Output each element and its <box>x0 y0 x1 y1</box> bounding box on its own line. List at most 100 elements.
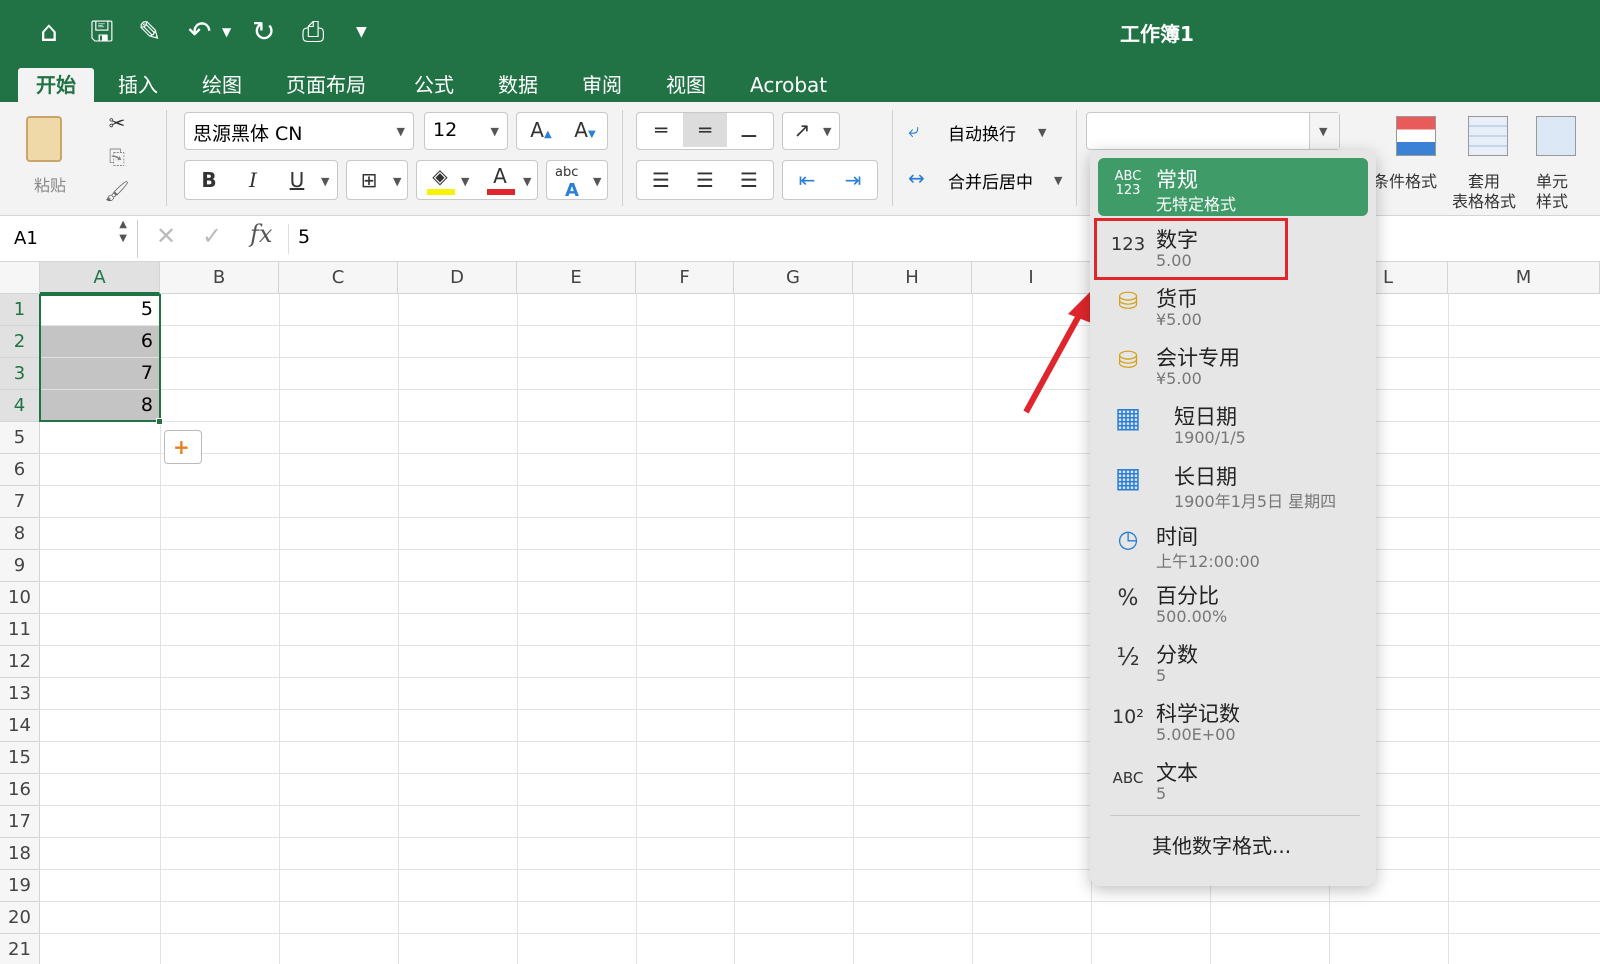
column-header-E[interactable]: E <box>517 262 636 294</box>
merge-center-button[interactable]: ↔ 合并后居中 ▼ <box>908 162 1072 196</box>
column-header-A[interactable]: A <box>40 262 160 294</box>
format-item-general[interactable]: ABC 123 常规 无特定格式 <box>1098 158 1368 216</box>
row-header-18[interactable]: 18 <box>0 838 40 870</box>
number-format-dropdown[interactable]: ▼ <box>1309 113 1339 149</box>
row-header-9[interactable]: 9 <box>0 550 40 582</box>
increase-indent-icon[interactable]: ⇥ <box>831 163 875 197</box>
row-header-6[interactable]: 6 <box>0 454 40 486</box>
autofill-options-button[interactable]: + <box>164 430 202 464</box>
format-item-currency[interactable]: ⛁ 货币 ¥5.00 <box>1098 277 1368 335</box>
row-header-2[interactable]: 2 <box>0 326 40 358</box>
wrap-text-button[interactable]: ⤶ 自动换行 ▼ <box>908 114 1058 148</box>
orientation-button[interactable]: ↗ ▼ <box>782 112 840 150</box>
customize-toolbar-icon[interactable]: ▼ <box>356 14 367 50</box>
format-painter-icon[interactable]: 🖌 <box>102 174 132 208</box>
undo-dropdown-icon[interactable]: ▼ <box>222 14 231 50</box>
decrease-indent-icon[interactable]: ⇤ <box>785 163 829 197</box>
row-header-16[interactable]: 16 <box>0 774 40 806</box>
chevron-down-icon[interactable]: ▼ <box>461 175 469 188</box>
row-header-19[interactable]: 19 <box>0 870 40 902</box>
home-icon[interactable]: ⌂ <box>40 14 58 50</box>
row-header-1[interactable]: 1 <box>0 294 40 326</box>
bold-button[interactable]: B <box>189 163 229 197</box>
column-header-B[interactable]: B <box>160 262 279 294</box>
align-middle-icon[interactable]: ═ <box>683 113 727 147</box>
row-header-20[interactable]: 20 <box>0 902 40 934</box>
align-left-icon[interactable]: ☰ <box>639 163 683 197</box>
format-item-accounting[interactable]: ⛁ 会计专用 ¥5.00 <box>1098 336 1368 394</box>
format-as-table-button[interactable]: 套用 表格格式 <box>1446 108 1522 214</box>
borders-button[interactable]: ⊞ ▼ <box>346 160 408 200</box>
tab-draw[interactable]: 绘图 <box>184 68 260 102</box>
align-top-icon[interactable]: ═ <box>639 113 683 147</box>
print-icon[interactable]: ⎙ <box>302 14 324 50</box>
column-header-G[interactable]: G <box>734 262 853 294</box>
redo-icon[interactable]: ↻ <box>252 14 275 50</box>
formula-input[interactable]: 5 <box>298 226 310 248</box>
tab-home[interactable]: 开始 <box>18 68 94 102</box>
font-color-button[interactable]: A <box>481 163 521 199</box>
align-right-icon[interactable]: ☰ <box>727 163 771 197</box>
function-icon[interactable]: fx <box>250 220 272 248</box>
paste-button[interactable]: 粘贴 <box>20 112 86 202</box>
tab-acrobat[interactable]: Acrobat <box>732 68 845 102</box>
tab-insert[interactable]: 插入 <box>100 68 176 102</box>
format-item-scientific[interactable]: 10² 科学记数 5.00E+00 <box>1098 692 1368 750</box>
cell-styles-button[interactable]: 单元 样式 <box>1530 108 1600 214</box>
format-item-short-date[interactable]: ▦ 短日期 1900/1/5 <box>1098 395 1368 453</box>
chevron-down-icon[interactable]: ▼ <box>321 175 329 188</box>
row-header-13[interactable]: 13 <box>0 678 40 710</box>
italic-button[interactable]: I <box>233 163 273 197</box>
more-number-formats-item[interactable]: 其他数字格式... <box>1152 830 1291 859</box>
row-header-7[interactable]: 7 <box>0 486 40 518</box>
align-center-icon[interactable]: ☰ <box>683 163 727 197</box>
conditional-format-button[interactable]: 条件格式 <box>1370 108 1440 208</box>
row-header-5[interactable]: 5 <box>0 422 40 454</box>
row-header-4[interactable]: 4 <box>0 390 40 422</box>
cancel-icon[interactable]: ✕ <box>156 222 176 250</box>
align-bottom-icon[interactable]: ⚊ <box>727 113 771 147</box>
row-header-8[interactable]: 8 <box>0 518 40 550</box>
confirm-icon[interactable]: ✓ <box>202 222 222 250</box>
row-header-12[interactable]: 12 <box>0 646 40 678</box>
name-box[interactable]: A1 ▲ ▼ <box>0 218 138 258</box>
undo-icon[interactable]: ↶ <box>188 14 211 50</box>
name-box-stepper-icon[interactable]: ▲ ▼ <box>119 218 127 246</box>
row-header-10[interactable]: 10 <box>0 582 40 614</box>
underline-button[interactable]: U <box>277 163 317 197</box>
column-header-H[interactable]: H <box>853 262 972 294</box>
edit-icon[interactable]: ✎ <box>138 14 161 50</box>
decrease-font-size-button[interactable]: A▼ <box>567 113 603 152</box>
fill-color-button[interactable]: ◈ <box>421 163 461 199</box>
phonetic-button[interactable]: abc A ▼ <box>546 160 608 201</box>
row-header-3[interactable]: 3 <box>0 358 40 390</box>
row-header-14[interactable]: 14 <box>0 710 40 742</box>
chevron-down-icon[interactable]: ▼ <box>523 175 531 188</box>
format-item-long-date[interactable]: ▦ 长日期 1900年1月5日 星期四 <box>1098 455 1368 513</box>
format-item-percentage[interactable]: % 百分比 500.00% <box>1098 574 1368 632</box>
number-format-select[interactable]: ▼ <box>1086 112 1340 150</box>
row-header-15[interactable]: 15 <box>0 742 40 774</box>
select-all-corner[interactable] <box>0 262 40 294</box>
format-item-fraction[interactable]: ½ 分数 5 <box>1098 633 1368 691</box>
column-header-C[interactable]: C <box>279 262 398 294</box>
format-item-time[interactable]: ◷ 时间 上午12:00:00 <box>1098 515 1368 573</box>
row-header-11[interactable]: 11 <box>0 614 40 646</box>
cut-icon[interactable]: ✂ <box>102 106 132 140</box>
row-header-17[interactable]: 17 <box>0 806 40 838</box>
column-header-D[interactable]: D <box>398 262 517 294</box>
copy-icon[interactable]: ⎘ <box>102 140 132 174</box>
tab-review[interactable]: 审阅 <box>564 68 640 102</box>
font-size-select[interactable]: 12 ▼ <box>424 112 508 150</box>
row-header-21[interactable]: 21 <box>0 934 40 964</box>
tab-view[interactable]: 视图 <box>648 68 724 102</box>
font-name-select[interactable]: 思源黑体 CN ▼ <box>184 112 414 150</box>
tab-page-layout[interactable]: 页面布局 <box>268 68 384 102</box>
column-header-F[interactable]: F <box>636 262 734 294</box>
tab-data[interactable]: 数据 <box>480 68 556 102</box>
format-item-text[interactable]: ABC 文本 5 <box>1098 751 1368 809</box>
save-icon[interactable]: 🖫 <box>90 14 114 50</box>
increase-font-size-button[interactable]: A▲ <box>523 113 559 152</box>
fill-handle[interactable] <box>156 418 163 425</box>
tab-formulas[interactable]: 公式 <box>396 68 472 102</box>
